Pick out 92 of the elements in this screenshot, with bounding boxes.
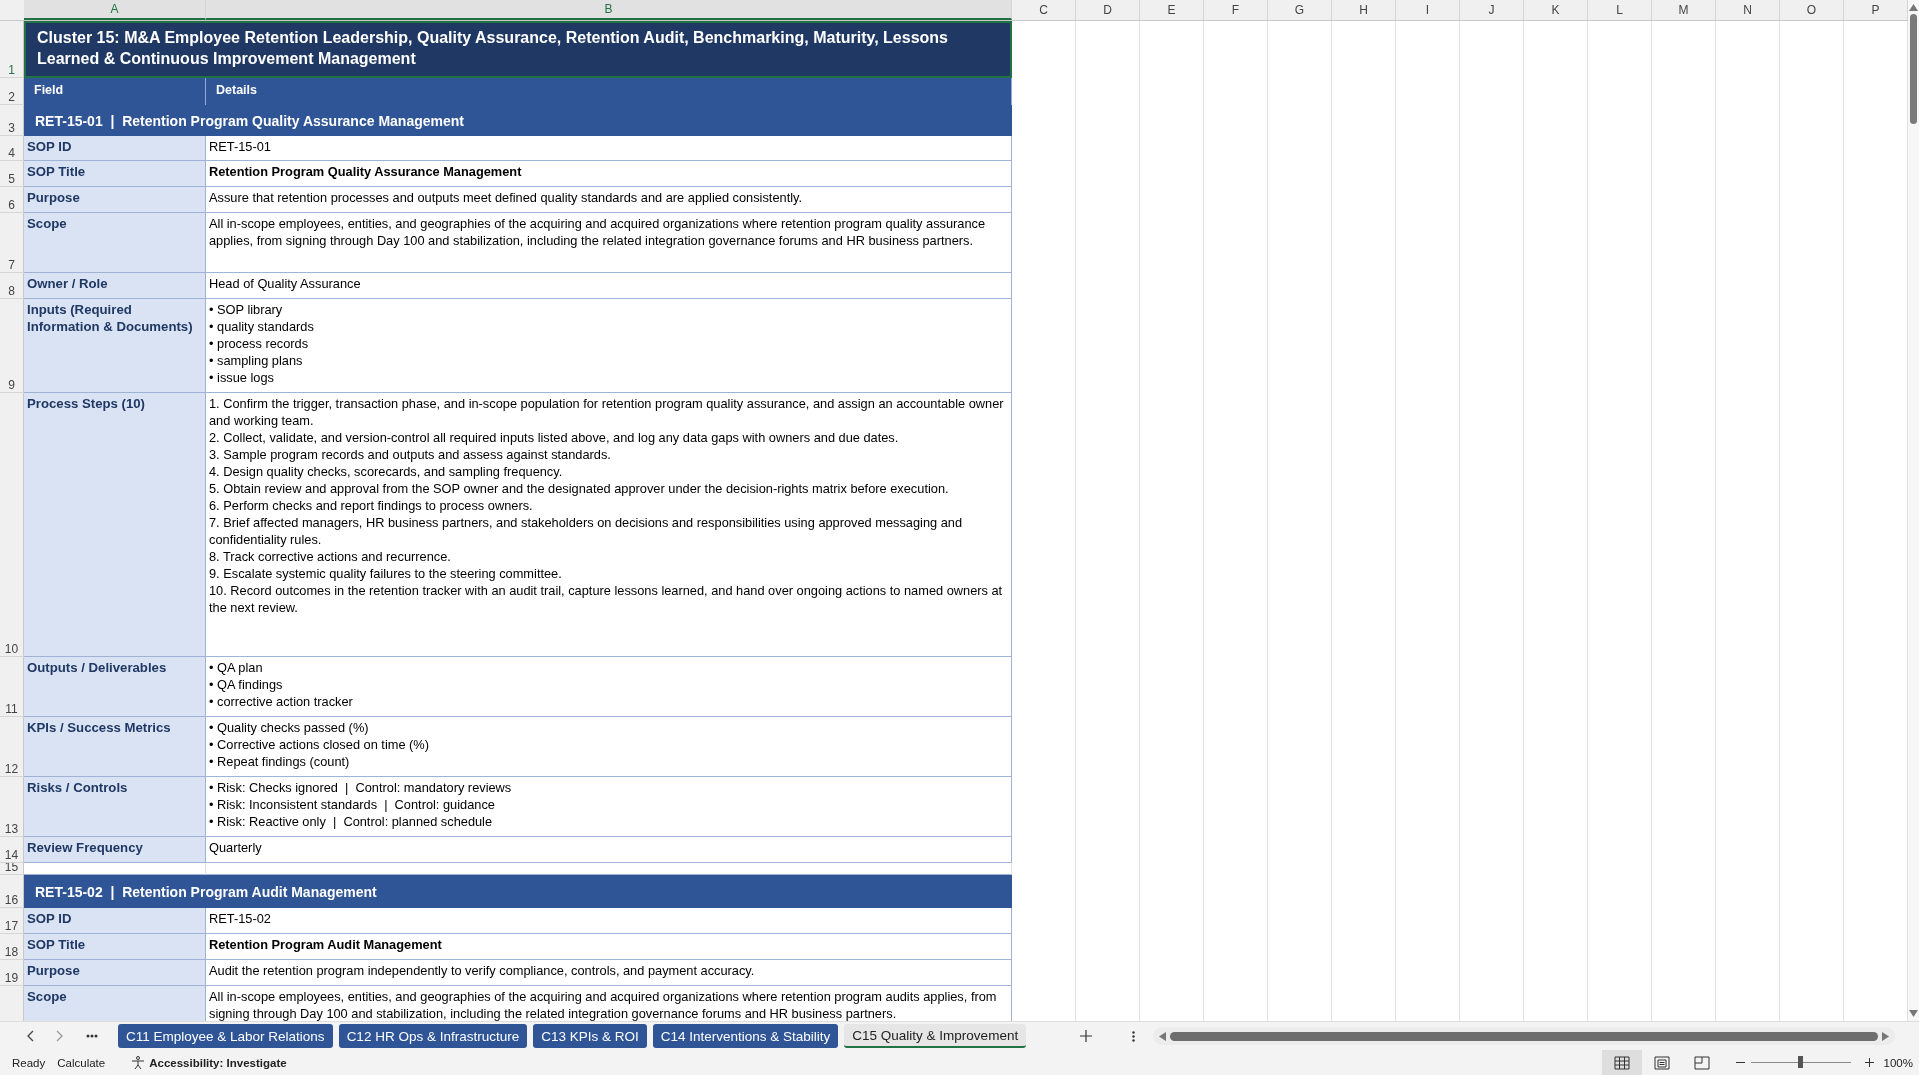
row-number[interactable]: 10 — [0, 393, 24, 657]
row-number[interactable]: 4 — [0, 136, 24, 161]
sheet-title: Cluster 15: M&A Employee Retention Leadership, Quality Assurance, Retention Audit, Benchmarking, Maturity, Lessons Learned & Continuous Improvement Management — [24, 21, 1012, 78]
column-heading: Field — [24, 78, 206, 105]
column-header[interactable]: J — [1460, 0, 1524, 20]
row-number[interactable]: 6 — [0, 187, 24, 213]
row-number[interactable]: 2 — [0, 78, 24, 105]
field-label: SOP ID — [24, 136, 206, 161]
sheet-tab[interactable]: C11 Employee & Labor Relations — [118, 1024, 333, 1048]
field-value: • Risk: Checks ignored | Control: mandatory reviews • Risk: Inconsistent standards | Control: guidance • Risk: Reactive only | Control: planned schedule — [206, 777, 1012, 837]
horizontal-scrollbar-thumb[interactable] — [1170, 1031, 1879, 1041]
row-number[interactable]: 19 — [0, 960, 24, 986]
field-label: Risks / Controls — [24, 777, 206, 837]
column-header[interactable]: I — [1396, 0, 1460, 20]
column-header[interactable]: C — [1012, 0, 1076, 20]
column-header[interactable]: E — [1140, 0, 1204, 20]
next-sheet-icon[interactable] — [56, 1030, 64, 1042]
accessibility-icon[interactable] — [131, 1055, 146, 1070]
row-number[interactable]: 17 — [0, 908, 24, 934]
scroll-down-icon[interactable] — [1909, 1010, 1918, 1018]
sheet-tab[interactable]: C13 KPIs & ROI — [533, 1024, 647, 1048]
field-value: • SOP library • quality standards • process records • sampling plans • issue logs — [206, 299, 1012, 393]
row-number[interactable]: 11 — [0, 657, 24, 717]
column-header[interactable]: O — [1780, 0, 1844, 20]
status-text: Ready — [12, 1056, 46, 1069]
vertical-scrollbar-thumb[interactable] — [1910, 14, 1917, 124]
zoom-slider[interactable] — [1797, 1056, 1803, 1068]
field-value: • QA plan • QA findings • corrective action tracker — [206, 657, 1012, 717]
accessibility-status[interactable]: Accessibility: Investigate — [149, 1056, 287, 1069]
field-label: Outputs / Deliverables — [24, 657, 206, 717]
column-header[interactable]: B — [206, 0, 1012, 20]
field-value: Retention Program Quality Assurance Management — [206, 161, 1012, 187]
row-number[interactable]: 5 — [0, 161, 24, 187]
field-value: Quarterly — [206, 837, 1012, 863]
field-label: Review Frequency — [24, 837, 206, 863]
field-value: 1. Confirm the trigger, transaction phase, and in-scope population for retention program quality assurance, and assign an accountable owner and working team. 2. Collect, validate, and version-control all required inputs listed above, and log any data gaps with owners and due dates. 3. Sample program records and outputs and assess against standards. 4. Design quality checks, scorecards, and sampling frequency. 5. Obtain review and approval from the SOP owner and the designated approver under the decision-rights matrix before execution. 6. Perform checks and report findings to process owners. 7. Brief affected managers, HR business partners, and stakeholders on decisions and responsibilities using approved messaging and confidentiality rules. 8. Track corrective actions and recurrence. 9. Escalate systemic quality failures to the steering committee. 10. Record outcomes in the retention tracker with an audit trail, capture lessons learned, and hand over ongoing actions to named owners at the next review. — [206, 393, 1012, 657]
row-number[interactable]: 1 — [0, 21, 24, 78]
column-header[interactable]: H — [1332, 0, 1396, 20]
column-header[interactable]: K — [1524, 0, 1588, 20]
zoom-in-icon[interactable] — [1864, 1058, 1874, 1067]
previous-sheet-icon[interactable] — [26, 1030, 34, 1042]
field-label: Scope — [24, 986, 206, 1022]
add-sheet-icon[interactable] — [1080, 1030, 1093, 1042]
field-label: KPIs / Success Metrics — [24, 717, 206, 777]
scroll-left-icon[interactable] — [1159, 1031, 1167, 1041]
more-icon[interactable] — [86, 1034, 98, 1038]
field-label: Owner / Role — [24, 273, 206, 299]
column-header[interactable]: A — [24, 0, 206, 20]
column-header[interactable]: D — [1076, 0, 1140, 20]
field-label: Inputs (Required Information & Documents) — [24, 299, 206, 393]
row-number[interactable]: 15 — [0, 863, 24, 875]
normal-view-icon[interactable] — [1601, 1050, 1642, 1075]
scroll-right-icon[interactable] — [1882, 1031, 1890, 1041]
field-label: Process Steps (10) — [24, 393, 206, 657]
column-header[interactable]: L — [1588, 0, 1652, 20]
field-label: SOP Title — [24, 934, 206, 960]
field-value: Audit the retention program independently to verify compliance, controls, and payment accuracy. — [206, 960, 1012, 986]
field-value: All in-scope employees, entities, and geographies of the acquiring and acquired organizations where retention program quality assurance applies, from signing through Day 100 and stabilization, including the related integration governance forums and HR business partners. — [206, 213, 1012, 273]
field-label: Scope — [24, 213, 206, 273]
row-number[interactable]: 14 — [0, 837, 24, 863]
row-number[interactable]: 9 — [0, 299, 24, 393]
row-number[interactable]: 16 — [0, 875, 24, 908]
column-header[interactable]: F — [1204, 0, 1268, 20]
row-number[interactable]: 13 — [0, 777, 24, 837]
field-value: Head of Quality Assurance — [206, 273, 1012, 299]
field-value: RET-15-01 — [206, 136, 1012, 161]
sheet-tab[interactable]: C14 Interventions & Stability — [652, 1024, 839, 1048]
row-number[interactable]: 8 — [0, 273, 24, 299]
field-label: SOP ID — [24, 908, 206, 934]
scroll-up-icon[interactable] — [1909, 4, 1918, 11]
row-number[interactable]: 18 — [0, 934, 24, 960]
column-header[interactable]: G — [1268, 0, 1332, 20]
row-number[interactable]: 12 — [0, 717, 24, 777]
calculate-button[interactable]: Calculate — [57, 1056, 106, 1069]
field-value: • Quality checks passed (%) • Corrective actions closed on time (%) • Repeat findings (count) — [206, 717, 1012, 777]
field-label: SOP Title — [24, 161, 206, 187]
field-label: Purpose — [24, 960, 206, 986]
row-number[interactable]: 3 — [0, 105, 24, 136]
field-label: Purpose — [24, 187, 206, 213]
more-options-icon[interactable] — [1132, 1030, 1136, 1042]
section-heading: RET-15-01 | Retention Program Quality Assurance Management — [24, 105, 1012, 136]
sheet-tab[interactable]: C15 Quality & Improvement — [844, 1024, 1027, 1048]
zoom-level[interactable]: 100% — [1883, 1056, 1913, 1069]
field-value: Retention Program Audit Management — [206, 934, 1012, 960]
section-heading: RET-15-02 | Retention Program Audit Management — [24, 875, 1012, 908]
field-value: RET-15-02 — [206, 908, 1012, 934]
column-header[interactable]: M — [1652, 0, 1716, 20]
sheet-tab[interactable]: C12 HR Ops & Infrastructure — [338, 1024, 528, 1048]
column-heading: Details — [206, 78, 1012, 105]
column-header[interactable]: N — [1716, 0, 1780, 20]
field-value: Assure that retention processes and outputs meet defined quality standards and are applied consistently. — [206, 187, 1012, 213]
row-number[interactable]: 7 — [0, 213, 24, 273]
